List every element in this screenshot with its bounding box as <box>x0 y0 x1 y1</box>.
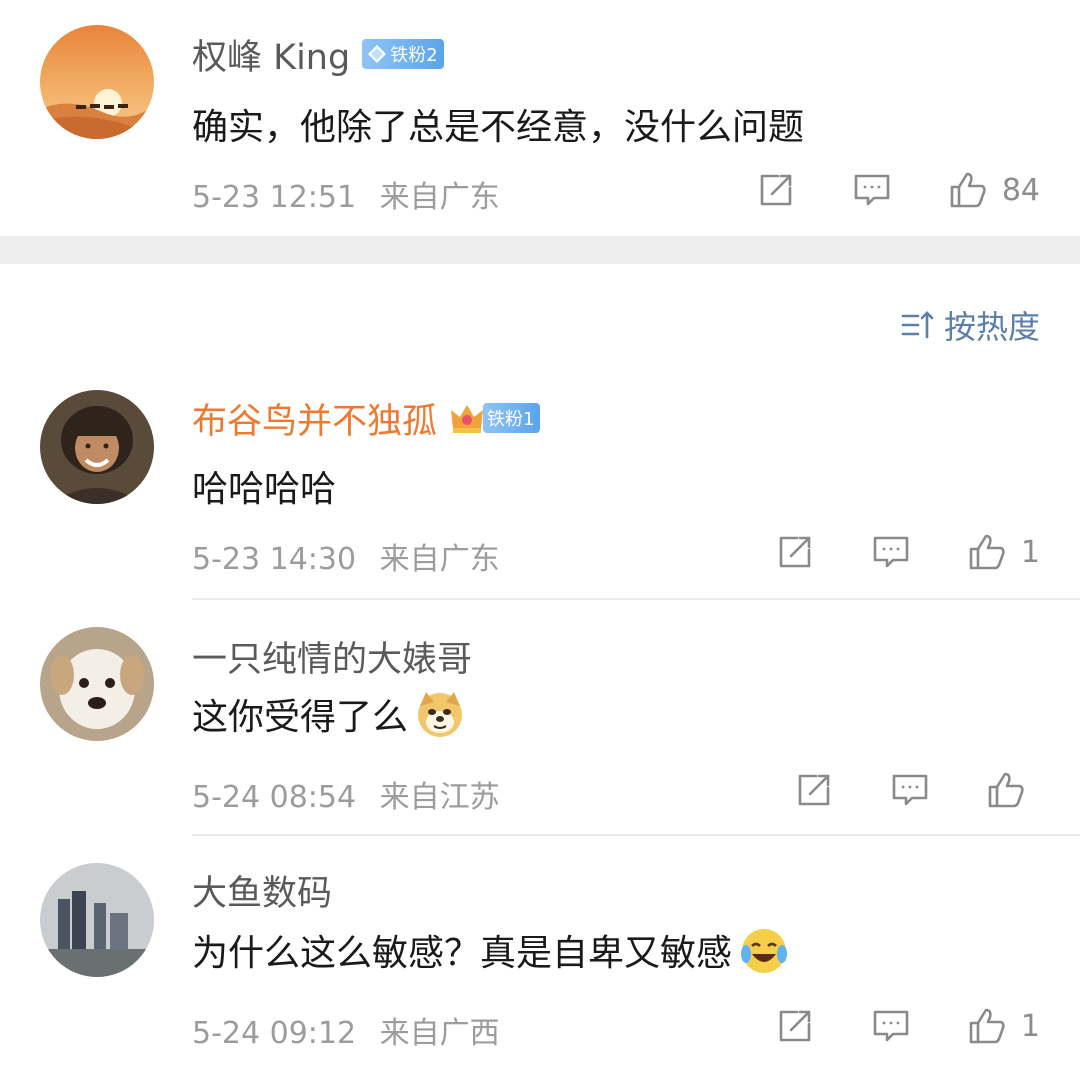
comment-actions: 1 <box>775 532 1040 572</box>
share-icon[interactable] <box>756 170 796 210</box>
section-divider <box>0 236 1080 264</box>
share-icon[interactable] <box>794 770 834 810</box>
like-count: 84 <box>1001 172 1040 208</box>
comment-icon[interactable] <box>871 1006 911 1046</box>
location: 来自广东 <box>379 542 500 577</box>
comment-icon[interactable] <box>871 532 911 572</box>
comment-text: 为什么这么敏感？真是自卑又敏感 <box>192 933 733 974</box>
comment-divider <box>192 598 1080 600</box>
comment-actions <box>794 770 1040 810</box>
username[interactable]: 权峰 King <box>192 29 350 80</box>
diamond-icon <box>368 45 387 63</box>
comment-text: 这你受得了么 <box>192 697 409 738</box>
comment-text-row: 这你受得了么 <box>192 688 466 740</box>
crown-icon <box>451 405 484 433</box>
avatar[interactable] <box>40 863 154 977</box>
comment-icon[interactable] <box>852 170 892 210</box>
timestamp: 5-24 09:12 <box>192 1016 357 1051</box>
share-icon[interactable] <box>775 532 815 572</box>
timestamp: 5-23 14:30 <box>192 542 357 577</box>
comment-text: 哈哈哈哈 <box>192 469 337 510</box>
comment-divider <box>192 834 1080 836</box>
comment-meta: 5-23 14:30 来自广东 <box>192 534 500 578</box>
location: 来自江苏 <box>379 780 500 815</box>
fan-badge-label: 铁粉1 <box>487 409 535 430</box>
username[interactable]: 大鱼数码 <box>192 865 332 916</box>
avatar[interactable] <box>40 390 154 504</box>
like-icon[interactable] <box>948 170 988 210</box>
laugh-cry-emoji-icon <box>738 924 790 976</box>
timestamp: 5-23 12:51 <box>192 180 357 215</box>
sort-label: 按热度 <box>943 308 1040 346</box>
sort-icon <box>901 311 934 339</box>
comment-text-row: 为什么这么敏感？真是自卑又敏感 <box>192 924 790 976</box>
username[interactable]: 一只纯情的大婊哥 <box>192 631 472 682</box>
share-icon[interactable] <box>775 1006 815 1046</box>
avatar[interactable] <box>40 25 154 139</box>
comment-meta: 5-24 08:54 来自江苏 <box>192 772 500 816</box>
like-icon[interactable] <box>967 532 1007 572</box>
location: 来自广西 <box>379 1016 500 1051</box>
doge-emoji-icon <box>414 688 466 740</box>
timestamp: 5-24 08:54 <box>192 780 357 815</box>
comment-meta: 5-23 12:51 来自广东 <box>192 172 500 216</box>
username[interactable]: 布谷鸟并不独孤 <box>192 393 437 444</box>
like-count: 1 <box>1020 534 1040 570</box>
location: 来自广东 <box>379 180 500 215</box>
comment-text: 确实，他除了总是不经意，没什么问题 <box>192 107 805 148</box>
like-icon[interactable] <box>967 1006 1007 1046</box>
like-icon[interactable] <box>986 770 1026 810</box>
sort-button[interactable]: 按热度 <box>900 302 1040 348</box>
comment-meta: 5-24 09:12 来自广西 <box>192 1008 500 1052</box>
fan-badge: 铁粉1 <box>447 398 541 438</box>
comment-icon[interactable] <box>890 770 930 810</box>
avatar[interactable] <box>40 627 154 741</box>
comment-actions: 1 <box>775 1006 1040 1046</box>
comment-actions: 84 <box>756 170 1040 210</box>
comment-page: 权峰 King 铁粉2 确实，他除了总是不经意，没什么问题 5-23 12:51… <box>0 0 1080 1080</box>
fan-badge-label: 铁粉2 <box>390 45 438 66</box>
like-count: 1 <box>1020 1008 1040 1044</box>
fan-badge: 铁粉2 <box>362 39 444 69</box>
